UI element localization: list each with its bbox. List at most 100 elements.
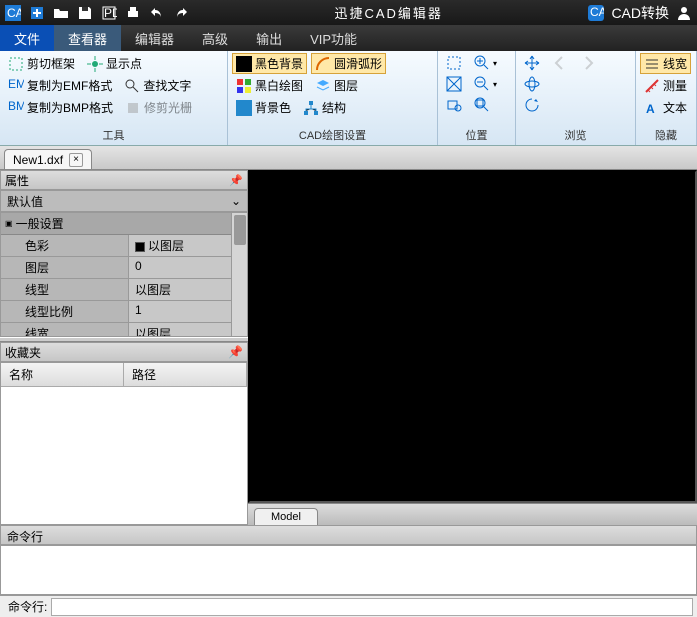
property-group-header[interactable]: ▣一般设置 [1,213,231,235]
menu-viewer[interactable]: 查看器 [54,25,121,51]
document-tabs: New1.dxf × [0,146,697,170]
zoom-fit-button[interactable] [442,74,466,94]
ribbon: 剪切框架 显示点 EMF复制为EMF格式 查找文字 BMP复制为BMP格式 修剪… [0,51,697,146]
prop-value[interactable]: 以图层 [129,279,231,300]
model-tab[interactable]: Model [254,508,318,525]
ribbon-group-browse-label: 浏览 [520,126,631,145]
model-tab-bar: Model [248,503,697,525]
svg-text:BMP: BMP [8,100,24,113]
command-output [0,545,697,595]
copy-emf-label: 复制为EMF格式 [27,77,112,94]
struct-label: 结构 [322,99,346,116]
user-icon[interactable] [675,4,693,22]
document-tab[interactable]: New1.dxf × [4,149,92,169]
menu-editor[interactable]: 编辑器 [121,25,188,51]
scrollbar-thumb[interactable] [234,215,246,245]
pan-button[interactable] [520,53,544,73]
collapse-icon: ▣ [5,219,13,228]
measure-label: 测量 [663,77,687,94]
copy-emf-button[interactable]: EMF复制为EMF格式 [4,75,116,96]
drawing-canvas[interactable] [248,170,697,503]
redo-icon[interactable] [172,4,190,22]
svg-text:CAD: CAD [590,5,604,19]
svg-text:PDF: PDF [104,6,117,20]
command-panel-title: 命令行 [7,530,43,544]
chevron-down-icon: ⌄ [231,194,241,208]
command-line-label: 命令行: [4,598,51,615]
menubar: 文件 查看器 编辑器 高级 输出 VIP功能 [0,25,697,51]
bw-draw-label: 黑白绘图 [255,77,303,94]
properties-panel-header[interactable]: 属性 📌 [0,170,248,190]
trim-raster-button[interactable]: 修剪光栅 [121,97,196,118]
show-point-button[interactable]: 显示点 [83,53,146,74]
save-icon[interactable] [76,4,94,22]
open-icon[interactable] [52,4,70,22]
favorites-col-name[interactable]: 名称 [1,363,124,386]
smooth-arc-button[interactable]: 圆滑弧形 [311,53,386,74]
prop-key: 线型 [1,279,129,300]
favorites-col-path[interactable]: 路径 [124,363,247,386]
document-tab-label: New1.dxf [13,153,63,167]
menu-output[interactable]: 输出 [242,25,296,51]
ribbon-group-pos-label: 位置 [442,126,511,145]
nav-forward-button [576,53,600,73]
bg-color-button[interactable]: 背景色 [232,97,295,118]
lineweight-label: 线宽 [663,55,687,72]
orbit-button[interactable] [520,74,544,94]
close-tab-icon[interactable]: × [69,153,83,167]
property-group-label: 一般设置 [16,215,64,232]
new-icon[interactable] [28,4,46,22]
ribbon-group-hide-label: 隐藏 [640,126,692,145]
measure-button[interactable]: 测量 [640,75,691,96]
clip-frame-button[interactable]: 剪切框架 [4,53,79,74]
bg-color-label: 背景色 [255,99,291,116]
text-label: 文本 [663,99,687,116]
black-bg-button[interactable]: 黑色背景 [232,53,307,74]
prop-key: 色彩 [1,235,129,256]
zoom-window-button[interactable] [442,95,466,115]
pin-icon[interactable]: 📌 [228,345,243,359]
pin-icon[interactable]: 📌 [229,174,243,187]
command-input[interactable] [51,598,693,616]
chevron-down-icon: ▾ [493,59,497,68]
zoom-extents-button[interactable] [442,53,466,73]
ribbon-group-draw-label: CAD绘图设置 [232,126,433,145]
properties-title: 属性 [5,172,29,189]
zoom-out-button[interactable]: ▾ [470,74,501,94]
prop-value[interactable]: 以图层 [129,235,231,256]
menu-advanced[interactable]: 高级 [188,25,242,51]
print-icon[interactable] [124,4,142,22]
default-value-dropdown[interactable]: 默认值 ⌄ [0,190,248,212]
save-pdf-icon[interactable]: PDF [100,4,118,22]
bw-draw-button[interactable]: 黑白绘图 [232,75,307,96]
copy-bmp-label: 复制为BMP格式 [27,99,113,116]
layers-button[interactable]: 图层 [311,75,362,96]
favorites-panel-header[interactable]: 收藏夹 📌 [0,342,248,362]
nav-back-button [548,53,572,73]
favorites-title: 收藏夹 [5,344,41,361]
show-point-label: 显示点 [106,55,142,72]
zoom-in-button[interactable]: ▾ [470,53,501,73]
undo-icon[interactable] [148,4,166,22]
scrollbar[interactable] [231,213,247,336]
menu-file[interactable]: 文件 [0,25,54,51]
command-panel-header[interactable]: 命令行 [0,525,697,545]
prop-value[interactable]: 以图层 [129,323,231,337]
prop-key: 线宽 [1,323,129,337]
prop-key: 线型比例 [1,301,129,322]
struct-button[interactable]: 结构 [299,97,350,118]
prop-value[interactable]: 0 [129,257,231,278]
lineweight-button[interactable]: 线宽 [640,53,691,74]
copy-bmp-button[interactable]: BMP复制为BMP格式 [4,97,117,118]
zoom-all-button[interactable] [470,95,494,115]
cad-convert-button[interactable]: CAD转换 [611,3,669,23]
svg-text:A: A [646,102,655,116]
cad-badge-icon: CAD [587,4,605,22]
prop-key: 图层 [1,257,129,278]
find-text-button[interactable]: 查找文字 [120,75,195,96]
menu-vip[interactable]: VIP功能 [296,25,371,51]
find-text-label: 查找文字 [143,77,191,94]
text-button[interactable]: A 文本 [640,97,691,118]
rotate-view-button[interactable] [520,95,544,115]
prop-value[interactable]: 1 [129,301,231,322]
